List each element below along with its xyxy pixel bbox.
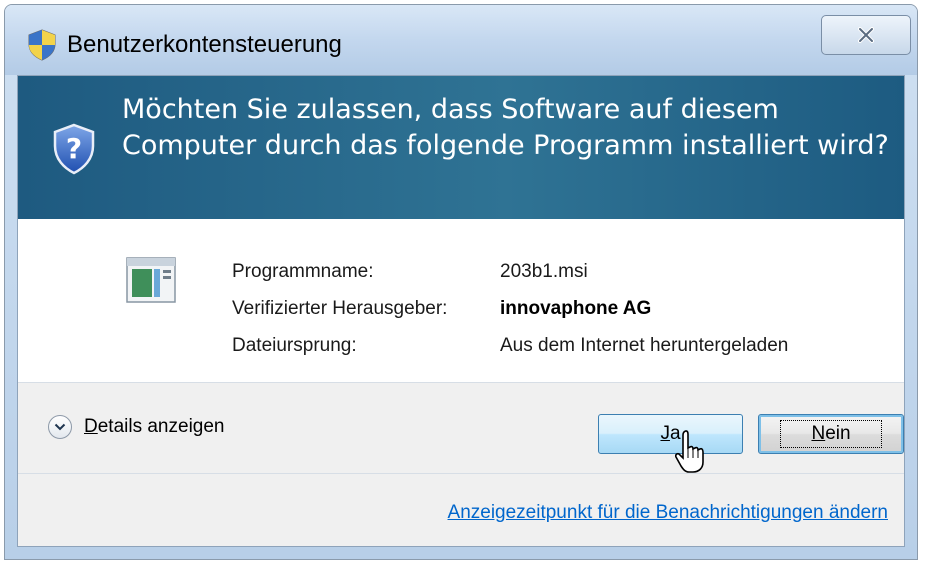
installer-program-icon	[126, 257, 176, 303]
uac-dialog-window: Benutzerkontensteuerung ? Möchten Sie zu…	[4, 4, 918, 560]
close-button[interactable]	[821, 15, 911, 55]
shield-question-icon: ?	[53, 123, 95, 175]
info-row-origin: Dateiursprung: Aus dem Internet herunter…	[232, 327, 788, 364]
yes-button-label: Ja	[660, 423, 680, 445]
yes-button[interactable]: Ja	[598, 414, 743, 454]
publisher-label: Verifizierter Herausgeber:	[232, 297, 448, 319]
show-details-label[interactable]: Details anzeigen	[84, 416, 225, 438]
program-info-section: Programmname: 203b1.msi Verifizierter He…	[18, 219, 904, 382]
yes-label-text: a	[669, 423, 681, 444]
windows-shield-icon	[28, 29, 56, 61]
dialog-content: ? Möchten Sie zulassen, dass Software au…	[17, 75, 905, 547]
yes-accesskey: J	[660, 423, 670, 444]
chevron-down-icon[interactable]	[48, 415, 72, 439]
no-button-label: Nein	[780, 420, 882, 448]
file-origin-value: Aus dem Internet heruntergeladen	[500, 334, 789, 356]
program-name-value: 203b1.msi	[500, 260, 588, 282]
prompt-headline: Möchten Sie zulassen, dass Software auf …	[122, 94, 889, 161]
details-label-text: etails anzeigen	[97, 416, 225, 437]
footer: Anzeigezeitpunkt für die Benachrichtigun…	[18, 474, 904, 546]
program-name-label: Programmname:	[232, 260, 374, 282]
action-bar: Details anzeigen Ja Nein	[18, 383, 904, 473]
details-accesskey: D	[84, 416, 98, 437]
info-row-program-name: Programmname: 203b1.msi	[232, 253, 788, 290]
window-title: Benutzerkontensteuerung	[67, 31, 342, 58]
no-label-text: ein	[825, 423, 851, 444]
info-row-publisher: Verifizierter Herausgeber: innovaphone A…	[232, 290, 788, 327]
change-notification-settings-link[interactable]: Anzeigezeitpunkt für die Benachrichtigun…	[448, 502, 888, 524]
no-button[interactable]: Nein	[758, 414, 904, 454]
show-details-toggle[interactable]: Details anzeigen	[48, 415, 225, 439]
title-bar[interactable]: Benutzerkontensteuerung	[5, 5, 917, 75]
file-origin-label: Dateiursprung:	[232, 334, 357, 356]
no-accesskey: N	[811, 423, 826, 444]
program-info-table: Programmname: 203b1.msi Verifizierter He…	[232, 253, 788, 364]
publisher-value: innovaphone AG	[500, 297, 652, 319]
close-icon	[858, 27, 874, 43]
svg-text:?: ?	[66, 132, 82, 165]
prompt-banner: ? Möchten Sie zulassen, dass Software au…	[18, 76, 904, 219]
